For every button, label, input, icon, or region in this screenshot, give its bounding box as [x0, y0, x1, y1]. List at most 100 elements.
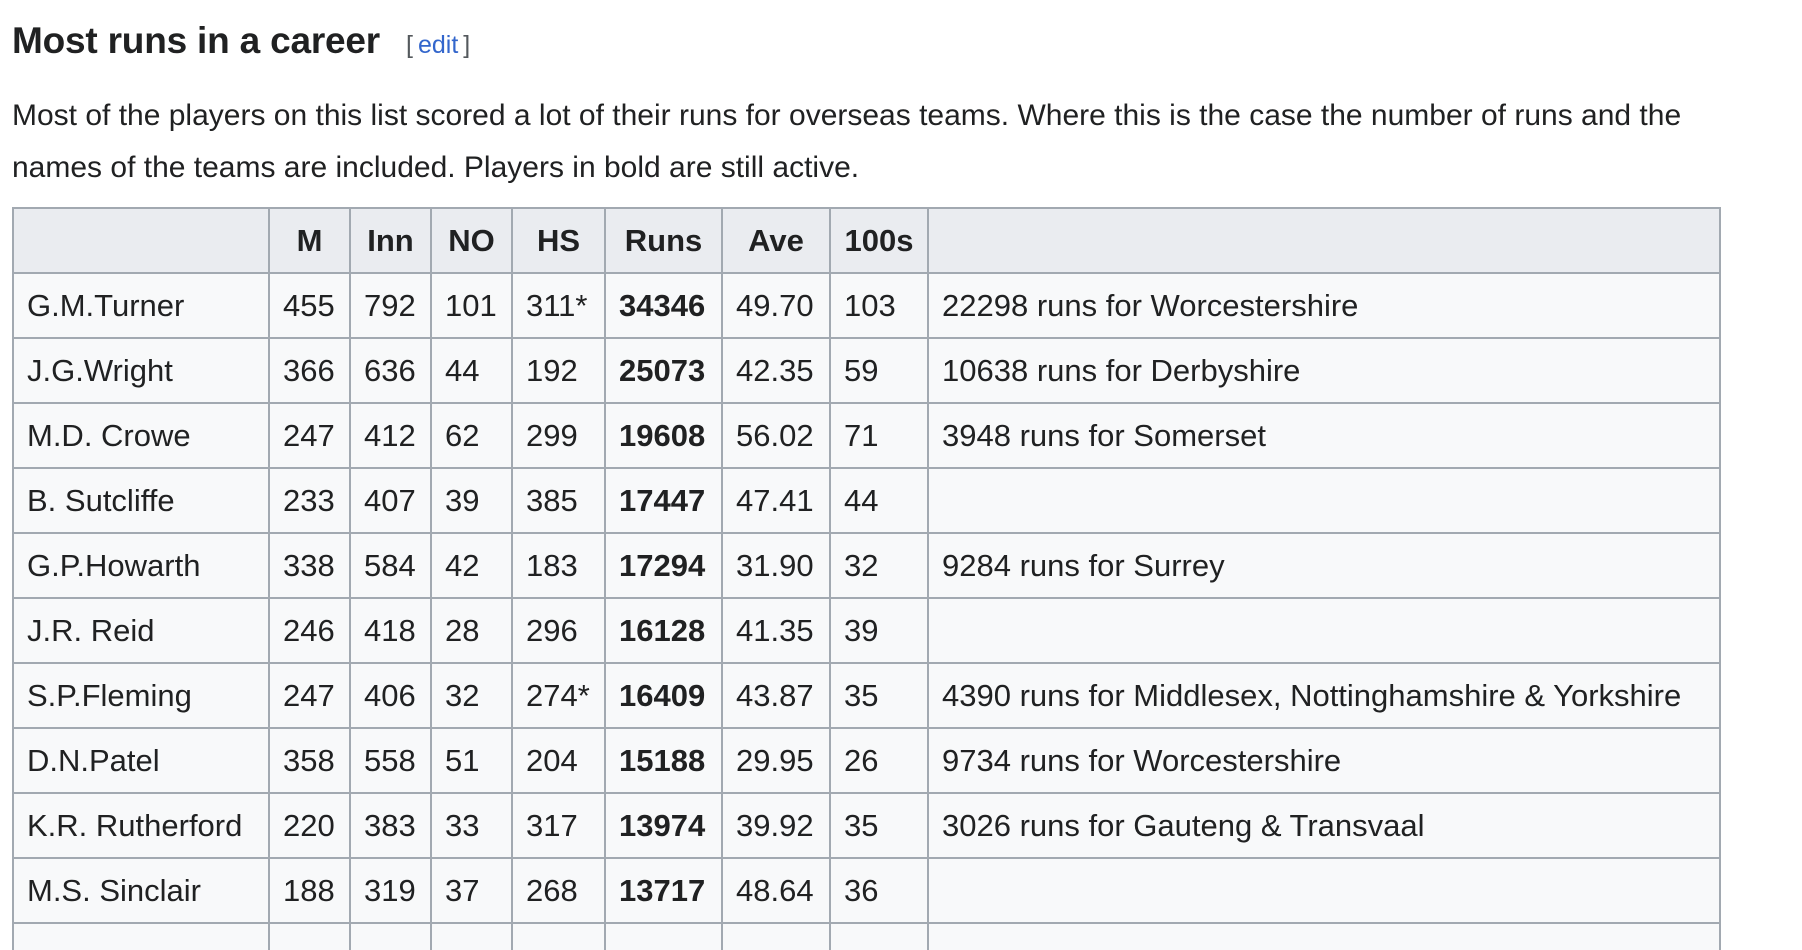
matches-cell: 233 — [268, 467, 351, 534]
high-score-cell: 274* — [511, 662, 606, 729]
innings-cell: 418 — [349, 597, 432, 664]
notes-cell — [927, 467, 1721, 534]
matches-cell: 188 — [268, 857, 351, 924]
average-cell: 31.90 — [721, 532, 831, 599]
runs-cell: 17447 — [604, 467, 723, 534]
average-cell: 56.02 — [721, 402, 831, 469]
runs-cell: 15188 — [604, 727, 723, 794]
average-cell: 42.35 — [721, 337, 831, 404]
high-score-cell: 385 — [511, 467, 606, 534]
cutoff-cell — [511, 922, 606, 950]
average-cell: 29.95 — [721, 727, 831, 794]
career-runs-table: M Inn NO HS Runs Ave 100s G.M.Turner 455 7… — [12, 207, 1721, 950]
section-most-runs: Most runs in a career [edit] Most of the… — [12, 14, 1797, 194]
not-outs-cell: 37 — [430, 857, 513, 924]
table-row: B. Sutcliffe 233 407 39 385 17447 47.41 44 — [12, 467, 1721, 534]
header-runs: Runs — [604, 207, 723, 274]
notes-cell: 3026 runs for Gauteng & Transvaal — [927, 792, 1721, 859]
average-cell: 49.70 — [721, 272, 831, 339]
table-row: M.D. Crowe 247 412 62 299 19608 56.02 71 3948 ru… — [12, 402, 1721, 469]
table-row-cutoff — [12, 922, 1721, 950]
section-title: Most runs in a career — [12, 20, 380, 61]
table-row: G.P.Howarth 338 584 42 183 17294 31.90 32 9284 r… — [12, 532, 1721, 599]
table-body: G.M.Turner 455 792 101 311* 34346 49.70 103 2229… — [12, 272, 1721, 950]
average-cell: 48.64 — [721, 857, 831, 924]
edit-bracket-open: [ — [406, 31, 413, 59]
cutoff-cell — [829, 922, 929, 950]
edit-link[interactable]: edit — [418, 31, 458, 59]
matches-cell: 455 — [268, 272, 351, 339]
runs-cell: 19608 — [604, 402, 723, 469]
runs-cell: 17294 — [604, 532, 723, 599]
notes-cell: 9734 runs for Worcestershire — [927, 727, 1721, 794]
edit-section: [edit] — [406, 31, 470, 60]
matches-cell: 358 — [268, 727, 351, 794]
not-outs-cell: 62 — [430, 402, 513, 469]
matches-cell: 247 — [268, 662, 351, 729]
matches-cell: 366 — [268, 337, 351, 404]
header-not-outs: NO — [430, 207, 513, 274]
header-notes — [927, 207, 1721, 274]
high-score-cell: 204 — [511, 727, 606, 794]
hundreds-cell: 44 — [829, 467, 929, 534]
player-name-cell: B. Sutcliffe — [12, 467, 270, 534]
table-row: S.P.Fleming 247 406 32 274* 16409 43.87 35 4390 … — [12, 662, 1721, 729]
intro-paragraph: Most of the players on this list scored … — [12, 90, 1792, 194]
notes-cell: 9284 runs for Surrey — [927, 532, 1721, 599]
high-score-cell: 311* — [511, 272, 606, 339]
innings-cell: 636 — [349, 337, 432, 404]
not-outs-cell: 51 — [430, 727, 513, 794]
innings-cell: 407 — [349, 467, 432, 534]
matches-cell: 247 — [268, 402, 351, 469]
average-cell: 47.41 — [721, 467, 831, 534]
hundreds-cell: 32 — [829, 532, 929, 599]
cutoff-cell — [12, 922, 270, 950]
not-outs-cell: 39 — [430, 467, 513, 534]
high-score-cell: 299 — [511, 402, 606, 469]
average-cell: 39.92 — [721, 792, 831, 859]
notes-cell: 4390 runs for Middlesex, Nottinghamshire… — [927, 662, 1721, 729]
matches-cell: 338 — [268, 532, 351, 599]
hundreds-cell: 59 — [829, 337, 929, 404]
innings-cell: 792 — [349, 272, 432, 339]
cutoff-cell — [268, 922, 351, 950]
hundreds-cell: 39 — [829, 597, 929, 664]
innings-cell: 412 — [349, 402, 432, 469]
high-score-cell: 296 — [511, 597, 606, 664]
player-name-cell: G.M.Turner — [12, 272, 270, 339]
innings-cell: 584 — [349, 532, 432, 599]
innings-cell: 406 — [349, 662, 432, 729]
innings-cell: 383 — [349, 792, 432, 859]
player-name-cell: D.N.Patel — [12, 727, 270, 794]
notes-cell: 10638 runs for Derbyshire — [927, 337, 1721, 404]
cutoff-cell — [349, 922, 432, 950]
matches-cell: 246 — [268, 597, 351, 664]
notes-cell: 22298 runs for Worcestershire — [927, 272, 1721, 339]
intro-line-2: names of the teams are included. Players… — [12, 151, 860, 184]
table-row: D.N.Patel 358 558 51 204 15188 29.95 26 9734 run… — [12, 727, 1721, 794]
hundreds-cell: 35 — [829, 662, 929, 729]
cutoff-cell — [430, 922, 513, 950]
not-outs-cell: 32 — [430, 662, 513, 729]
not-outs-cell: 28 — [430, 597, 513, 664]
section-heading-row: Most runs in a career [edit] — [12, 14, 1797, 68]
table-row: J.G.Wright 366 636 44 192 25073 42.35 59 10638 r… — [12, 337, 1721, 404]
hundreds-cell: 36 — [829, 857, 929, 924]
cutoff-cell — [721, 922, 831, 950]
table-row: K.R. Rutherford 220 383 33 317 13974 39.92 35 30… — [12, 792, 1721, 859]
hundreds-cell: 35 — [829, 792, 929, 859]
header-player — [12, 207, 270, 274]
high-score-cell: 192 — [511, 337, 606, 404]
cutoff-cell — [604, 922, 723, 950]
innings-cell: 558 — [349, 727, 432, 794]
high-score-cell: 268 — [511, 857, 606, 924]
runs-cell: 13974 — [604, 792, 723, 859]
cutoff-cell — [927, 922, 1721, 950]
notes-cell: 3948 runs for Somerset — [927, 402, 1721, 469]
not-outs-cell: 101 — [430, 272, 513, 339]
player-name-cell: K.R. Rutherford — [12, 792, 270, 859]
table-row: J.R. Reid 246 418 28 296 16128 41.35 39 — [12, 597, 1721, 664]
player-name-cell: S.P.Fleming — [12, 662, 270, 729]
hundreds-cell: 103 — [829, 272, 929, 339]
runs-cell: 16409 — [604, 662, 723, 729]
